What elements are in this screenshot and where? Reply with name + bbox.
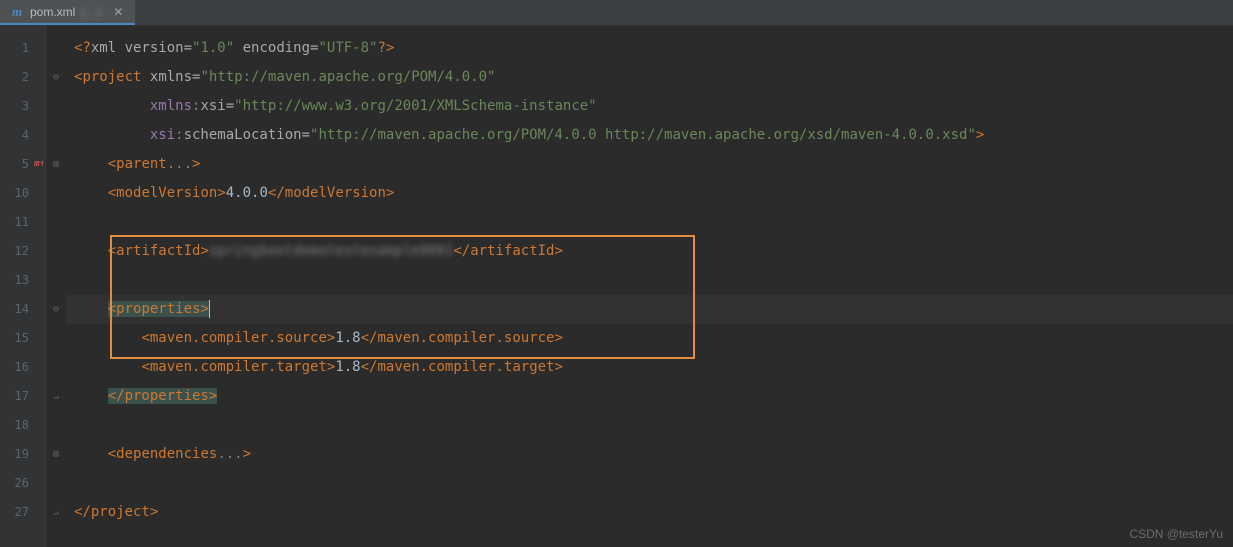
line-number: 18 xyxy=(0,411,45,440)
code-line[interactable]: </properties> xyxy=(66,382,1233,411)
code-line[interactable]: <maven.compiler.source>1.8</maven.compil… xyxy=(66,324,1233,353)
editor-tab-pom[interactable]: m pom.xml (…) ✕ xyxy=(0,0,135,25)
code-line[interactable]: <dependencies...> xyxy=(66,440,1233,469)
code-area[interactable]: <?xml version="1.0" encoding="UTF-8"?> <… xyxy=(66,26,1233,547)
text-caret xyxy=(209,300,210,318)
line-number-gutter: 1 2 3 4 5m↑ 10 11 12 13 14 15 16 17 18 1… xyxy=(0,26,46,547)
editor: 1 2 3 4 5m↑ 10 11 12 13 14 15 16 17 18 1… xyxy=(0,26,1233,547)
line-number: 12 xyxy=(0,237,45,266)
line-number: 1 xyxy=(0,34,45,63)
line-number: 14 xyxy=(0,295,45,324)
fold-end-icon[interactable]: ⌐ xyxy=(53,498,59,527)
fold-collapse-icon[interactable]: ⊖ xyxy=(53,63,59,92)
line-number: 26 xyxy=(0,469,45,498)
fold-end-icon[interactable]: ⌐ xyxy=(53,382,59,411)
code-line[interactable]: xmlns:xsi="http://www.w3.org/2001/XMLSch… xyxy=(66,92,1233,121)
line-number: 15 xyxy=(0,324,45,353)
watermark: CSDN @testerYu xyxy=(1129,527,1223,541)
line-number: 10 xyxy=(0,179,45,208)
line-number: 3 xyxy=(0,92,45,121)
code-line[interactable]: <?xml version="1.0" encoding="UTF-8"?> xyxy=(66,34,1233,63)
code-line[interactable] xyxy=(66,266,1233,295)
tab-bar: m pom.xml (…) ✕ xyxy=(0,0,1233,26)
gutter-mark-icon: m↑ xyxy=(34,150,45,179)
line-number: 16 xyxy=(0,353,45,382)
code-line[interactable]: xsi:schemaLocation="http://maven.apache.… xyxy=(66,121,1233,150)
line-number: 5m↑ xyxy=(0,150,45,179)
tab-filename: pom.xml xyxy=(30,5,75,19)
line-number: 4 xyxy=(0,121,45,150)
line-number: 19 xyxy=(0,440,45,469)
line-number: 13 xyxy=(0,266,45,295)
close-icon[interactable]: ✕ xyxy=(111,5,125,19)
code-line[interactable] xyxy=(66,208,1233,237)
code-line[interactable]: <modelVersion>4.0.0</modelVersion> xyxy=(66,179,1233,208)
code-line[interactable]: <artifactId>springbootdemotestexample000… xyxy=(66,237,1233,266)
code-line[interactable] xyxy=(66,411,1233,440)
maven-icon: m xyxy=(10,5,24,19)
line-number: 27 xyxy=(0,498,45,527)
line-number: 11 xyxy=(0,208,45,237)
code-line[interactable] xyxy=(66,469,1233,498)
fold-expand-icon[interactable]: ⊞ xyxy=(53,440,59,469)
line-number: 17 xyxy=(0,382,45,411)
fold-gutter: ⊖ ⊞ ⊖ ⌐ ⊞ ⌐ xyxy=(46,26,66,547)
code-line[interactable]: <maven.compiler.target>1.8</maven.compil… xyxy=(66,353,1233,382)
line-number: 2 xyxy=(0,63,45,92)
code-line[interactable]: <properties> xyxy=(66,295,1233,324)
fold-collapse-icon[interactable]: ⊖ xyxy=(53,295,59,324)
code-line[interactable]: </project> xyxy=(66,498,1233,527)
code-line[interactable]: <parent...> xyxy=(66,150,1233,179)
tab-context: (…) xyxy=(81,5,101,19)
code-line[interactable]: <project xmlns="http://maven.apache.org/… xyxy=(66,63,1233,92)
fold-expand-icon[interactable]: ⊞ xyxy=(53,150,59,179)
